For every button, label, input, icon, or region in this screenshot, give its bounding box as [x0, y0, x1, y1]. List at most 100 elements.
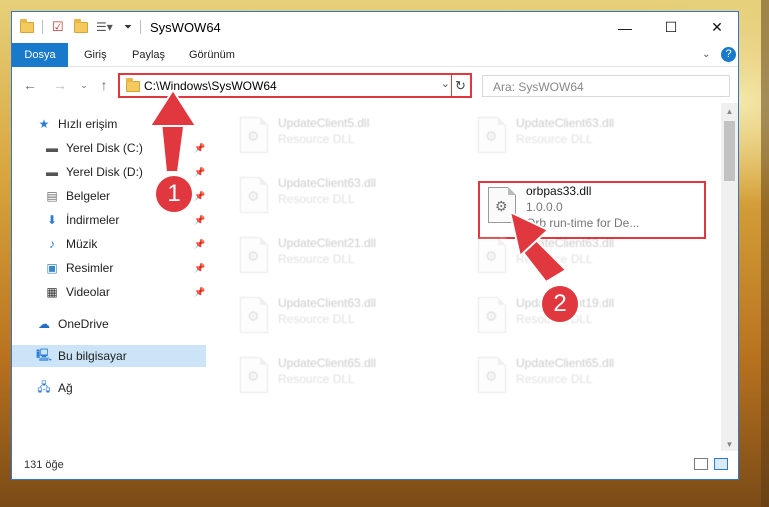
vertical-scrollbar[interactable]: ▲ ▼	[721, 103, 738, 453]
file-description: Resource DLL	[516, 372, 593, 386]
file-description: Resource DLL	[516, 252, 593, 266]
address-row: ← → ⌄ ↑ C:\Windows\SysWOW64 ⌄ ↻ Ara: Sys…	[12, 67, 738, 103]
computer-icon: 🖳	[36, 347, 53, 362]
file-item[interactable]: ⚙ UpdateClient63.dll Resource DLL	[470, 233, 700, 285]
dll-file-icon: ⚙	[474, 357, 510, 401]
help-icon[interactable]: ?	[721, 47, 736, 62]
scroll-thumb[interactable]	[724, 121, 735, 181]
documents-icon: ▤	[46, 189, 58, 203]
refresh-icon[interactable]: ↻	[451, 75, 469, 96]
nav-item-onedrive[interactable]: ☁ OneDrive	[12, 313, 206, 335]
file-name: UpdateClient63.dll	[278, 296, 377, 310]
dll-file-icon: ⚙	[236, 117, 272, 161]
minimize-button[interactable]: —	[602, 12, 648, 43]
nav-item-pictures[interactable]: ▣ Resimler 📌	[12, 257, 206, 279]
dll-file-icon: ⚙	[236, 357, 272, 401]
details-view-icon[interactable]	[694, 458, 708, 470]
address-path[interactable]: C:\Windows\SysWOW64	[144, 79, 277, 93]
ribbon-expand-icon[interactable]: ⌄	[702, 43, 710, 67]
tab-view[interactable]: Görünüm	[189, 43, 235, 67]
address-bar[interactable]: C:\Windows\SysWOW64 ⌄ ↻	[118, 73, 472, 98]
customize-toolbar-icon[interactable]: ☰▾	[96, 18, 113, 36]
close-button[interactable]: ✕	[694, 12, 738, 43]
nav-item-label: Videolar	[66, 285, 110, 299]
nav-item-label: Ağ	[58, 381, 73, 395]
nav-item-this-pc[interactable]: 🖳 Bu bilgisayar	[12, 345, 206, 367]
nav-item-label: Müzik	[66, 237, 98, 251]
recent-locations-icon[interactable]: ⌄	[74, 75, 94, 95]
pin-icon: 📌	[194, 262, 206, 273]
nav-item-label: Resimler	[66, 261, 114, 275]
dll-file-icon: ⚙	[474, 117, 510, 161]
file-item[interactable]: ⚙ UpdateClient19.dllResource DLL	[470, 293, 700, 345]
quick-access-separator	[42, 18, 43, 36]
quick-access-dropdown-icon[interactable]: ⏷	[124, 18, 132, 36]
cloud-icon: ☁	[38, 317, 50, 331]
file-description: Orb run-time for De...	[526, 216, 640, 230]
drive-icon: ▬	[46, 165, 58, 179]
title-bar[interactable]: ☑ ☰▾ ⏷ SysWOW64 — ☐ ✕	[12, 12, 738, 43]
file-name: UpdateClient65.dll	[278, 356, 377, 370]
file-item[interactable]: ⚙ UpdateClient63.dll Resource DLL	[232, 293, 462, 345]
search-input[interactable]: Ara: SysWOW64	[482, 75, 730, 97]
network-icon: 🖧	[37, 379, 51, 394]
dll-file-icon: ⚙	[484, 187, 520, 231]
download-icon: ⬇	[46, 213, 58, 227]
maximize-button[interactable]: ☐	[648, 12, 694, 43]
file-item[interactable]: ⚙ UpdateClient5.dll Resource DLL	[232, 113, 462, 165]
pin-icon: 📌	[194, 286, 206, 297]
dll-file-icon: ⚙	[474, 297, 510, 341]
tab-share[interactable]: Paylaş	[132, 43, 165, 67]
nav-item-music[interactable]: ♪ Müzik 📌	[12, 233, 206, 255]
up-icon[interactable]: ↑	[94, 75, 114, 95]
file-item[interactable]: ⚙ UpdateClient63.dll Resource DLL	[232, 173, 462, 225]
navigation-pane: ★ Hızlı erişim ▬ Yerel Disk (C:) 📌 ▬ Yer…	[12, 103, 206, 453]
nav-item-network[interactable]: 🖧 Ağ	[12, 377, 206, 399]
dll-file-icon: ⚙	[474, 237, 510, 281]
properties-icon[interactable]: ☑	[52, 18, 64, 36]
large-icons-view-icon[interactable]	[714, 458, 728, 470]
music-icon: ♪	[49, 237, 55, 251]
file-item[interactable]: ⚙ UpdateClient65.dll Resource DLL	[232, 353, 462, 405]
tab-file[interactable]: Dosya	[12, 43, 68, 67]
file-description: Resource DLL	[278, 372, 355, 386]
dll-file-icon: ⚙	[236, 237, 272, 281]
item-count: 131 öğe	[24, 459, 64, 471]
ribbon-tabs: Dosya Giriş Paylaş Görünüm ⌄ ?	[12, 43, 738, 67]
dll-file-icon: ⚙	[236, 177, 272, 221]
pictures-icon: ▣	[46, 261, 58, 275]
target-file-orbpas33[interactable]: ⚙ orbpas33.dll 1.0.0.0 Orb run-time for …	[478, 181, 706, 239]
explorer-window: ☑ ☰▾ ⏷ SysWOW64 — ☐ ✕ Dosya Giriş Paylaş…	[11, 11, 739, 480]
file-item[interactable]: ⚙ UpdateClient63.dll Resource DLL	[470, 113, 700, 165]
step-badge-1: 1	[154, 174, 194, 214]
quick-access-folder-icon[interactable]	[20, 18, 34, 36]
nav-item-label: Yerel Disk (D:)	[66, 165, 143, 179]
file-item[interactable]: ⚙ UpdateClient21.dll Resource DLL	[232, 233, 462, 285]
nav-item-local-disk-c[interactable]: ▬ Yerel Disk (C:) 📌	[12, 137, 206, 159]
nav-item-label: Hızlı erişim	[58, 117, 118, 131]
nav-item-label: İndirmeler	[66, 213, 120, 227]
file-description: Resource DLL	[516, 132, 593, 146]
file-item[interactable]: ⚙ UpdateClient65.dll Resource DLL	[470, 353, 700, 405]
title-separator	[140, 18, 141, 36]
pin-icon: 📌	[194, 214, 206, 225]
search-placeholder: Ara: SysWOW64	[493, 80, 584, 94]
nav-item-quick-access[interactable]: ★ Hızlı erişim	[12, 113, 206, 135]
star-icon: ★	[38, 117, 50, 131]
new-folder-icon[interactable]	[74, 18, 88, 36]
file-description: Resource DLL	[278, 312, 355, 326]
desktop-tree-decoration	[761, 0, 769, 507]
pin-icon: 📌	[194, 166, 206, 177]
videos-icon: ▦	[46, 285, 58, 299]
nav-item-videos[interactable]: ▦ Videolar 📌	[12, 281, 206, 303]
scroll-up-icon[interactable]: ▲	[721, 103, 738, 120]
nav-item-label: Yerel Disk (C:)	[66, 141, 143, 155]
forward-icon[interactable]: →	[50, 75, 70, 95]
file-description: Resource DLL	[278, 132, 355, 146]
pin-icon: 📌	[194, 142, 206, 153]
tab-home[interactable]: Giriş	[84, 43, 107, 67]
address-dropdown-icon[interactable]: ⌄	[441, 77, 450, 90]
back-icon[interactable]: ←	[20, 75, 40, 95]
file-description: Resource DLL	[278, 252, 355, 266]
file-name: UpdateClient63.dll	[278, 176, 377, 190]
